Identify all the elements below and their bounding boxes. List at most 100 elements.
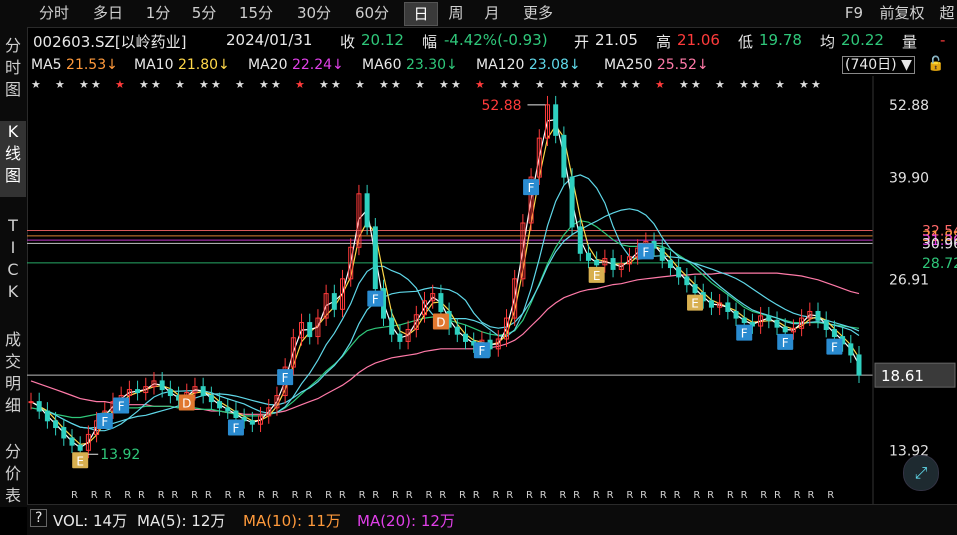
current-price-label: 18.61 bbox=[881, 367, 924, 385]
high-label: 高 bbox=[656, 33, 672, 51]
ma10-value: 21.80↓ bbox=[177, 57, 230, 73]
star-marker: ★ bbox=[91, 78, 101, 91]
tab-more[interactable]: 更多 bbox=[512, 2, 564, 24]
candle-body bbox=[307, 322, 313, 338]
side-nav-kline-chart[interactable]: K 线 图 bbox=[0, 121, 26, 197]
candle-body bbox=[61, 427, 67, 439]
open-value: 21.05 bbox=[595, 31, 638, 49]
candle-body bbox=[856, 354, 862, 376]
star-marker: ★ bbox=[151, 78, 161, 91]
vol-ma20: MA(20): 12万 bbox=[357, 512, 455, 530]
tab-15min[interactable]: 15分 bbox=[228, 2, 284, 24]
ma20-name: MA20 bbox=[248, 57, 288, 73]
side-nav-tick[interactable]: T I C K bbox=[0, 215, 26, 303]
close-label: 收 bbox=[340, 33, 356, 51]
candle-body bbox=[217, 401, 223, 409]
f9-button[interactable]: F9 bbox=[840, 2, 868, 24]
tab-daily[interactable]: 日 bbox=[404, 2, 438, 26]
vol-value: VOL: 14万 bbox=[53, 512, 128, 530]
super-button[interactable]: 超 bbox=[936, 2, 957, 24]
candle-body bbox=[397, 333, 403, 342]
candle-body bbox=[36, 401, 42, 412]
r-marker: R bbox=[660, 490, 667, 501]
r-marker: R bbox=[71, 490, 78, 501]
r-marker: R bbox=[492, 490, 499, 501]
tab-weekly[interactable]: 周 bbox=[440, 2, 472, 24]
candle-body bbox=[667, 259, 673, 269]
side-nav-char: C bbox=[7, 260, 19, 279]
candle-body bbox=[741, 317, 747, 324]
volume-indicator-bar: ? VOL: 14万 MA(5): 12万 MA(10): 11万 MA(20)… bbox=[27, 504, 957, 535]
star-marker: ★ bbox=[811, 78, 821, 91]
tab-5min[interactable]: 5分 bbox=[182, 2, 226, 24]
side-nav-intraday-chart[interactable]: 分 时 图 bbox=[0, 35, 26, 101]
r-marker: R bbox=[459, 490, 466, 501]
side-nav-trade-detail[interactable]: 成 交 明 细 bbox=[0, 329, 26, 417]
tab-intraday[interactable]: 分时 bbox=[28, 2, 80, 24]
range-selector[interactable]: (740日) ▼ bbox=[842, 56, 915, 74]
side-nav: 分 时 图 K 线 图 T I C K 成 交 明 细 分 价 表 bbox=[0, 27, 28, 507]
candle-body bbox=[331, 293, 337, 310]
range-label: (740日) bbox=[845, 57, 897, 73]
candle-body bbox=[159, 380, 165, 391]
event-marker-label: F bbox=[741, 327, 748, 341]
ma10-indicator: MA10 21.80↓ bbox=[134, 57, 230, 73]
r-marker: R bbox=[225, 490, 232, 501]
ma250-line bbox=[30, 272, 860, 415]
event-marker-label: F bbox=[101, 415, 108, 429]
tab-1min[interactable]: 1分 bbox=[136, 2, 180, 24]
price-tick-label: 39.90 bbox=[889, 171, 929, 187]
star-marker: ★ bbox=[31, 78, 41, 91]
r-marker: R bbox=[707, 490, 714, 501]
lock-icon[interactable]: 🔓 bbox=[927, 56, 944, 72]
r-marker: R bbox=[91, 490, 98, 501]
r-marker: R bbox=[138, 490, 145, 501]
candle-body bbox=[577, 226, 583, 254]
star-marker: ★ bbox=[139, 78, 149, 91]
ma60-value: 23.30↓ bbox=[405, 57, 458, 73]
candle-body bbox=[684, 276, 690, 286]
star-marker: ★ bbox=[211, 78, 221, 91]
candle-body bbox=[594, 259, 600, 266]
tab-60min[interactable]: 60分 bbox=[344, 2, 400, 24]
r-marker: R bbox=[238, 490, 245, 501]
star-marker: ★ bbox=[259, 78, 269, 91]
ma120-name: MA120 bbox=[476, 57, 525, 73]
candle-body bbox=[659, 247, 665, 261]
tab-30min[interactable]: 30分 bbox=[286, 2, 342, 24]
candle-body bbox=[167, 389, 173, 397]
side-nav-char: 时 bbox=[4, 58, 21, 77]
star-marker: ★ bbox=[199, 78, 209, 91]
star-marker: ★ bbox=[79, 78, 89, 91]
tab-multi-day[interactable]: 多日 bbox=[82, 2, 134, 24]
star-marker: ★ bbox=[115, 78, 125, 91]
open-label: 开 bbox=[574, 33, 590, 51]
r-marker: R bbox=[339, 490, 346, 501]
side-nav-char: 分 bbox=[4, 442, 21, 461]
event-marker-label: D bbox=[182, 397, 191, 411]
r-marker: R bbox=[258, 490, 265, 501]
candle-body bbox=[733, 310, 739, 319]
side-nav-price-table[interactable]: 分 价 表 bbox=[0, 441, 26, 507]
minus-icon[interactable]: - bbox=[940, 31, 945, 49]
adjust-forward-button[interactable]: 前复权 bbox=[872, 2, 932, 24]
event-marker-label: F bbox=[118, 400, 125, 414]
kline-chart[interactable]: 32.5431.8831.3630.9628.7218.61 52.8813.9… bbox=[27, 76, 957, 504]
candlesticks: 52.88 13.92 bbox=[28, 95, 862, 463]
candle-body bbox=[725, 302, 731, 312]
help-icon[interactable]: ? bbox=[30, 509, 48, 527]
r-marker: R bbox=[674, 490, 681, 501]
r-marker: R bbox=[573, 490, 580, 501]
side-nav-char: T bbox=[8, 216, 18, 235]
r-marker: R bbox=[392, 490, 399, 501]
r-marker: R bbox=[727, 490, 734, 501]
event-marker-label: D bbox=[436, 315, 445, 329]
tab-monthly[interactable]: 月 bbox=[476, 2, 508, 24]
ma120-indicator: MA120 23.08↓ bbox=[476, 57, 581, 73]
candle-body bbox=[569, 176, 575, 228]
r-marker: R bbox=[406, 490, 413, 501]
star-marker: ★ bbox=[511, 78, 521, 91]
star-marker: ★ bbox=[535, 78, 545, 91]
zoom-icon[interactable]: ⤢ bbox=[903, 455, 939, 491]
star-marker: ★ bbox=[559, 78, 569, 91]
